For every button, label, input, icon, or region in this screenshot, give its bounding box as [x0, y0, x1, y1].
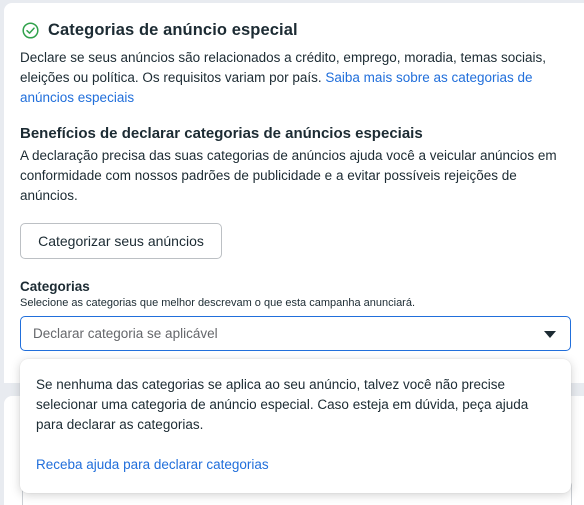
section-description: Declare se seus anúncios são relacionado…	[20, 48, 570, 108]
section-header: Categorias de anúncio especial	[22, 21, 298, 40]
categories-help-popover: Se nenhuma das categorias se aplica ao s…	[20, 359, 571, 493]
caret-down-icon[interactable]	[544, 331, 556, 338]
benefits-text: A declaração precisa das suas categorias…	[20, 148, 557, 203]
benefits-title: Benefícios de declarar categorias de anú…	[20, 125, 423, 142]
categorize-ads-button[interactable]: Categorizar seus anúncios	[20, 223, 222, 259]
categories-select[interactable]: Declarar categoria se aplicável	[20, 316, 571, 351]
categories-label: Categorias	[20, 279, 90, 294]
get-help-link[interactable]: Receba ajuda para declarar categorias	[36, 457, 269, 472]
categories-select-placeholder: Declarar categoria se aplicável	[33, 326, 218, 341]
popover-text: Se nenhuma das categorias se aplica ao s…	[36, 377, 529, 432]
special-ad-categories-card: Categorias de anúncio especial Declare s…	[4, 3, 584, 383]
section-title: Categorias de anúncio especial	[48, 21, 298, 39]
circle-check-icon	[22, 22, 39, 39]
categories-help-text: Selecione as categorias que melhor descr…	[20, 297, 416, 309]
page: Categorias de anúncio especial Declare s…	[0, 0, 584, 505]
